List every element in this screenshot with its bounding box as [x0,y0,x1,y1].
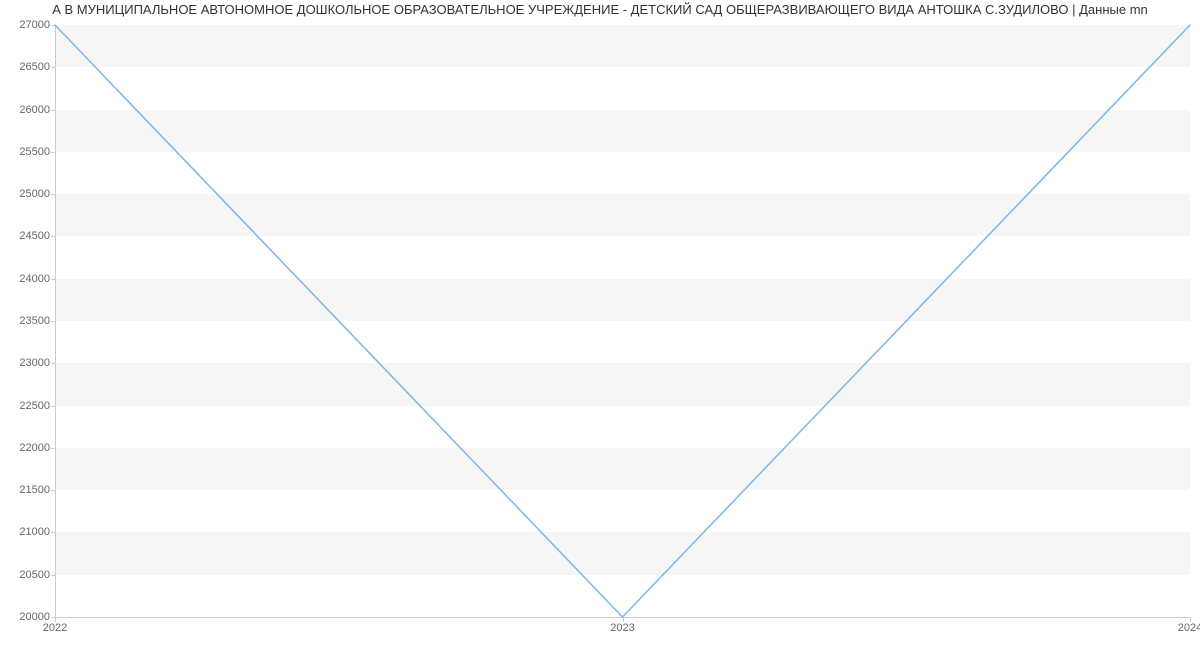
y-tick-mark [51,575,55,576]
y-tick-label: 21000 [5,526,50,538]
y-tick-mark [51,532,55,533]
y-tick-mark [51,490,55,491]
y-tick-label: 25500 [5,146,50,158]
y-tick-mark [51,236,55,237]
x-tick-label: 2024 [1178,622,1200,634]
line-series [55,25,1190,617]
y-tick-label: 26500 [5,61,50,73]
y-tick-label: 24500 [5,230,50,242]
y-tick-mark [51,194,55,195]
y-tick-label: 23000 [5,357,50,369]
y-tick-mark [51,406,55,407]
y-tick-label: 22500 [5,400,50,412]
x-tick-mark [623,617,624,622]
y-tick-label: 23500 [5,315,50,327]
y-tick-mark [51,448,55,449]
x-tick-mark [1190,617,1191,622]
y-tick-label: 24000 [5,273,50,285]
y-tick-label: 22000 [5,442,50,454]
y-tick-mark [51,110,55,111]
y-tick-mark [51,152,55,153]
x-tick-mark [55,617,56,622]
y-tick-mark [51,67,55,68]
chart-container: А В МУНИЦИПАЛЬНОЕ АВТОНОМНОЕ ДОШКОЛЬНОЕ … [0,0,1200,650]
y-tick-mark [51,321,55,322]
y-tick-label: 21500 [5,484,50,496]
y-tick-mark [51,25,55,26]
y-tick-mark [51,279,55,280]
x-tick-label: 2022 [43,622,67,634]
chart-title: А В МУНИЦИПАЛЬНОЕ АВТОНОМНОЕ ДОШКОЛЬНОЕ … [0,2,1200,17]
y-tick-label: 20500 [5,569,50,581]
x-tick-label: 2023 [610,622,634,634]
y-tick-label: 26000 [5,104,50,116]
y-tick-label: 25000 [5,188,50,200]
y-tick-mark [51,363,55,364]
y-tick-label: 27000 [5,19,50,31]
